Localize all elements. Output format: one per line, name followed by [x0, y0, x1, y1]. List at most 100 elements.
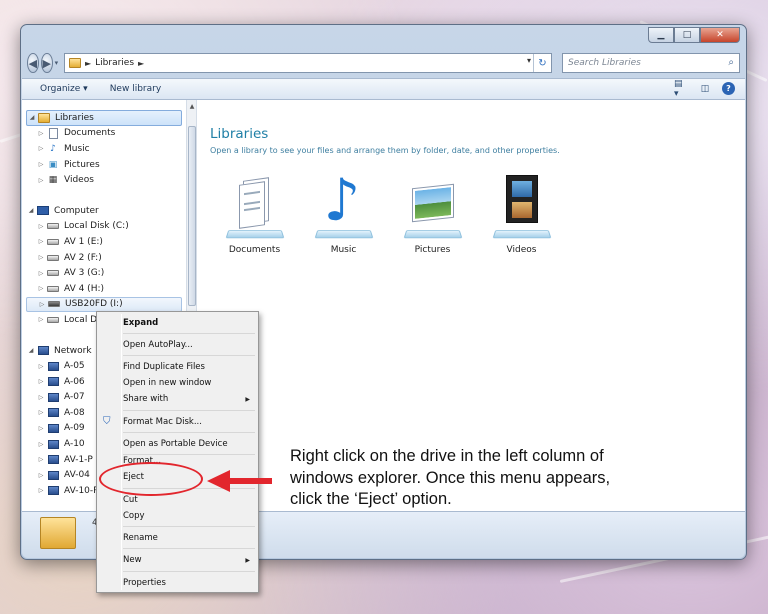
nav-item-pictures[interactable]: ▷ ▣ Pictures	[26, 157, 186, 173]
library-tile-videos[interactable]: Videos	[477, 173, 566, 255]
menu-separator	[123, 548, 255, 549]
menu-item-open-autoplay[interactable]: Open AutoPlay...	[123, 340, 193, 350]
library-tiles: Documents ♪ Music Pictures Videos	[210, 171, 566, 255]
nav-item-documents[interactable]: ▷ Documents	[26, 126, 186, 142]
menu-item-format-mac[interactable]: Format Mac Disk...	[123, 417, 202, 427]
nav-item-music[interactable]: ▷ ♪ Music	[26, 141, 186, 157]
address-dropdown-icon[interactable]: ▾	[527, 56, 531, 65]
nav-item-av3[interactable]: ▷ AV 3 (G:)	[26, 265, 186, 281]
search-input[interactable]: Search Libraries ⌕	[562, 53, 740, 73]
menu-item-cut[interactable]: Cut	[123, 495, 138, 505]
expand-icon[interactable]: ▷	[36, 145, 46, 152]
expand-icon[interactable]: ▷	[37, 301, 47, 308]
menu-separator	[123, 410, 255, 411]
search-icon[interactable]: ⌕	[728, 57, 734, 68]
nav-label: A-07	[64, 392, 85, 403]
expand-icon[interactable]: ▷	[36, 487, 46, 494]
nav-item-computer[interactable]: ◢ Computer	[26, 203, 186, 219]
library-tile-documents[interactable]: Documents	[210, 173, 299, 255]
recent-pages-dropdown[interactable]: ▾	[55, 59, 60, 67]
scroll-up-icon[interactable]: ▲	[187, 100, 196, 112]
forward-button[interactable]: ▶	[40, 53, 53, 73]
menu-item-copy[interactable]: Copy	[123, 511, 145, 521]
address-row: ◀ ▶ ▾ ► Libraries ► ▾ ↻ Search Libraries…	[27, 52, 740, 74]
address-bar[interactable]: ► Libraries ► ▾ ↻	[64, 53, 552, 73]
nav-label: AV 1 (E:)	[64, 236, 103, 247]
new-library-button[interactable]: New library	[110, 84, 161, 94]
arrow-left-icon: ◀	[28, 56, 38, 70]
context-menu: Expand Open AutoPlay... Find Duplicate F…	[96, 311, 259, 593]
nav-item-av2[interactable]: ▷ AV 2 (F:)	[26, 250, 186, 266]
nav-item-usb-drive[interactable]: ▷ USB20FD (I:)	[26, 296, 182, 313]
menu-item-open-new-window[interactable]: Open in new window	[123, 378, 211, 388]
expand-icon[interactable]: ▷	[36, 130, 46, 137]
nav-label: Music	[64, 143, 90, 154]
nav-label: A-06	[64, 376, 85, 387]
nav-label: Computer	[54, 205, 99, 216]
library-tile-pictures[interactable]: Pictures	[388, 173, 477, 255]
menu-item-find-duplicates[interactable]: Find Duplicate Files	[123, 362, 205, 372]
expand-icon[interactable]: ▷	[36, 472, 46, 479]
maximize-button[interactable]: □	[674, 27, 700, 43]
tile-label: Pictures	[414, 245, 451, 255]
menu-item-open-portable[interactable]: Open as Portable Device	[123, 439, 228, 449]
expand-icon[interactable]: ▷	[36, 223, 46, 230]
menu-item-share-with[interactable]: Share with	[123, 394, 168, 404]
menu-separator	[123, 571, 255, 572]
tile-label: Videos	[506, 245, 537, 255]
nav-label: AV-10-R	[64, 485, 100, 496]
library-tile-music[interactable]: ♪ Music	[299, 171, 388, 255]
menu-item-new[interactable]: New	[123, 555, 142, 565]
preview-pane-icon[interactable]: ◫	[698, 82, 712, 95]
collapse-icon[interactable]: ◢	[27, 114, 37, 121]
expand-icon[interactable]: ▷	[36, 378, 46, 385]
collapse-icon[interactable]: ◢	[26, 347, 36, 354]
pointer-arrow-head	[207, 470, 230, 492]
drive-icon	[46, 314, 60, 326]
menu-item-expand[interactable]: Expand	[123, 318, 158, 328]
menu-gutter	[121, 314, 122, 590]
search-placeholder: Search Libraries	[568, 58, 641, 68]
libraries-content: Libraries Open a library to see your fil…	[210, 126, 745, 255]
back-button[interactable]: ◀	[27, 53, 39, 73]
expand-icon[interactable]: ▷	[36, 456, 46, 463]
change-view-icon[interactable]: ▤ ▾	[674, 79, 688, 99]
expand-icon[interactable]: ▷	[36, 363, 46, 370]
expand-icon[interactable]: ▷	[36, 238, 46, 245]
minimize-button[interactable]: ▁	[648, 27, 674, 43]
expand-icon[interactable]: ▷	[36, 394, 46, 401]
collapse-icon[interactable]: ◢	[26, 207, 36, 214]
breadcrumb-libraries[interactable]: Libraries	[95, 58, 134, 68]
expand-icon[interactable]: ▷	[36, 270, 46, 277]
expand-icon[interactable]: ▷	[36, 161, 46, 168]
network-pc-icon	[46, 407, 60, 419]
nav-item-local-disk-c[interactable]: ▷ Local Disk (C:)	[26, 219, 186, 235]
menu-item-rename[interactable]: Rename	[123, 533, 158, 543]
refresh-icon[interactable]: ↻	[533, 54, 551, 72]
scrollbar-thumb[interactable]	[188, 126, 196, 306]
page-subtitle: Open a library to see your files and arr…	[210, 146, 560, 155]
expand-icon[interactable]: ▷	[36, 441, 46, 448]
nav-item-libraries[interactable]: ◢ Libraries	[26, 110, 182, 126]
expand-icon[interactable]: ▷	[36, 254, 46, 261]
network-icon	[36, 345, 50, 357]
help-icon[interactable]: ?	[722, 82, 735, 95]
expand-icon[interactable]: ▷	[36, 425, 46, 432]
expand-icon[interactable]: ▷	[36, 409, 46, 416]
nav-label: AV 2 (F:)	[64, 252, 102, 263]
nav-label: Pictures	[64, 159, 100, 170]
close-button[interactable]: ✕	[700, 27, 740, 43]
nav-item-av4[interactable]: ▷ AV 4 (H:)	[26, 281, 186, 297]
submenu-arrow-icon: ▶	[245, 557, 250, 564]
pictures-icon: ▣	[48, 159, 58, 170]
expand-icon[interactable]: ▷	[36, 177, 46, 184]
expand-icon[interactable]: ▷	[36, 316, 46, 323]
videos-icon: ▦	[48, 175, 58, 186]
uac-shield-icon: ⛉	[103, 416, 111, 427]
nav-item-videos[interactable]: ▷ ▦ Videos	[26, 172, 186, 188]
menu-item-properties[interactable]: Properties	[123, 578, 166, 588]
organize-button[interactable]: Organize ▾	[40, 84, 88, 94]
nav-item-av1[interactable]: ▷ AV 1 (E:)	[26, 234, 186, 250]
windows-drive-icon	[46, 220, 60, 232]
expand-icon[interactable]: ▷	[36, 285, 46, 292]
